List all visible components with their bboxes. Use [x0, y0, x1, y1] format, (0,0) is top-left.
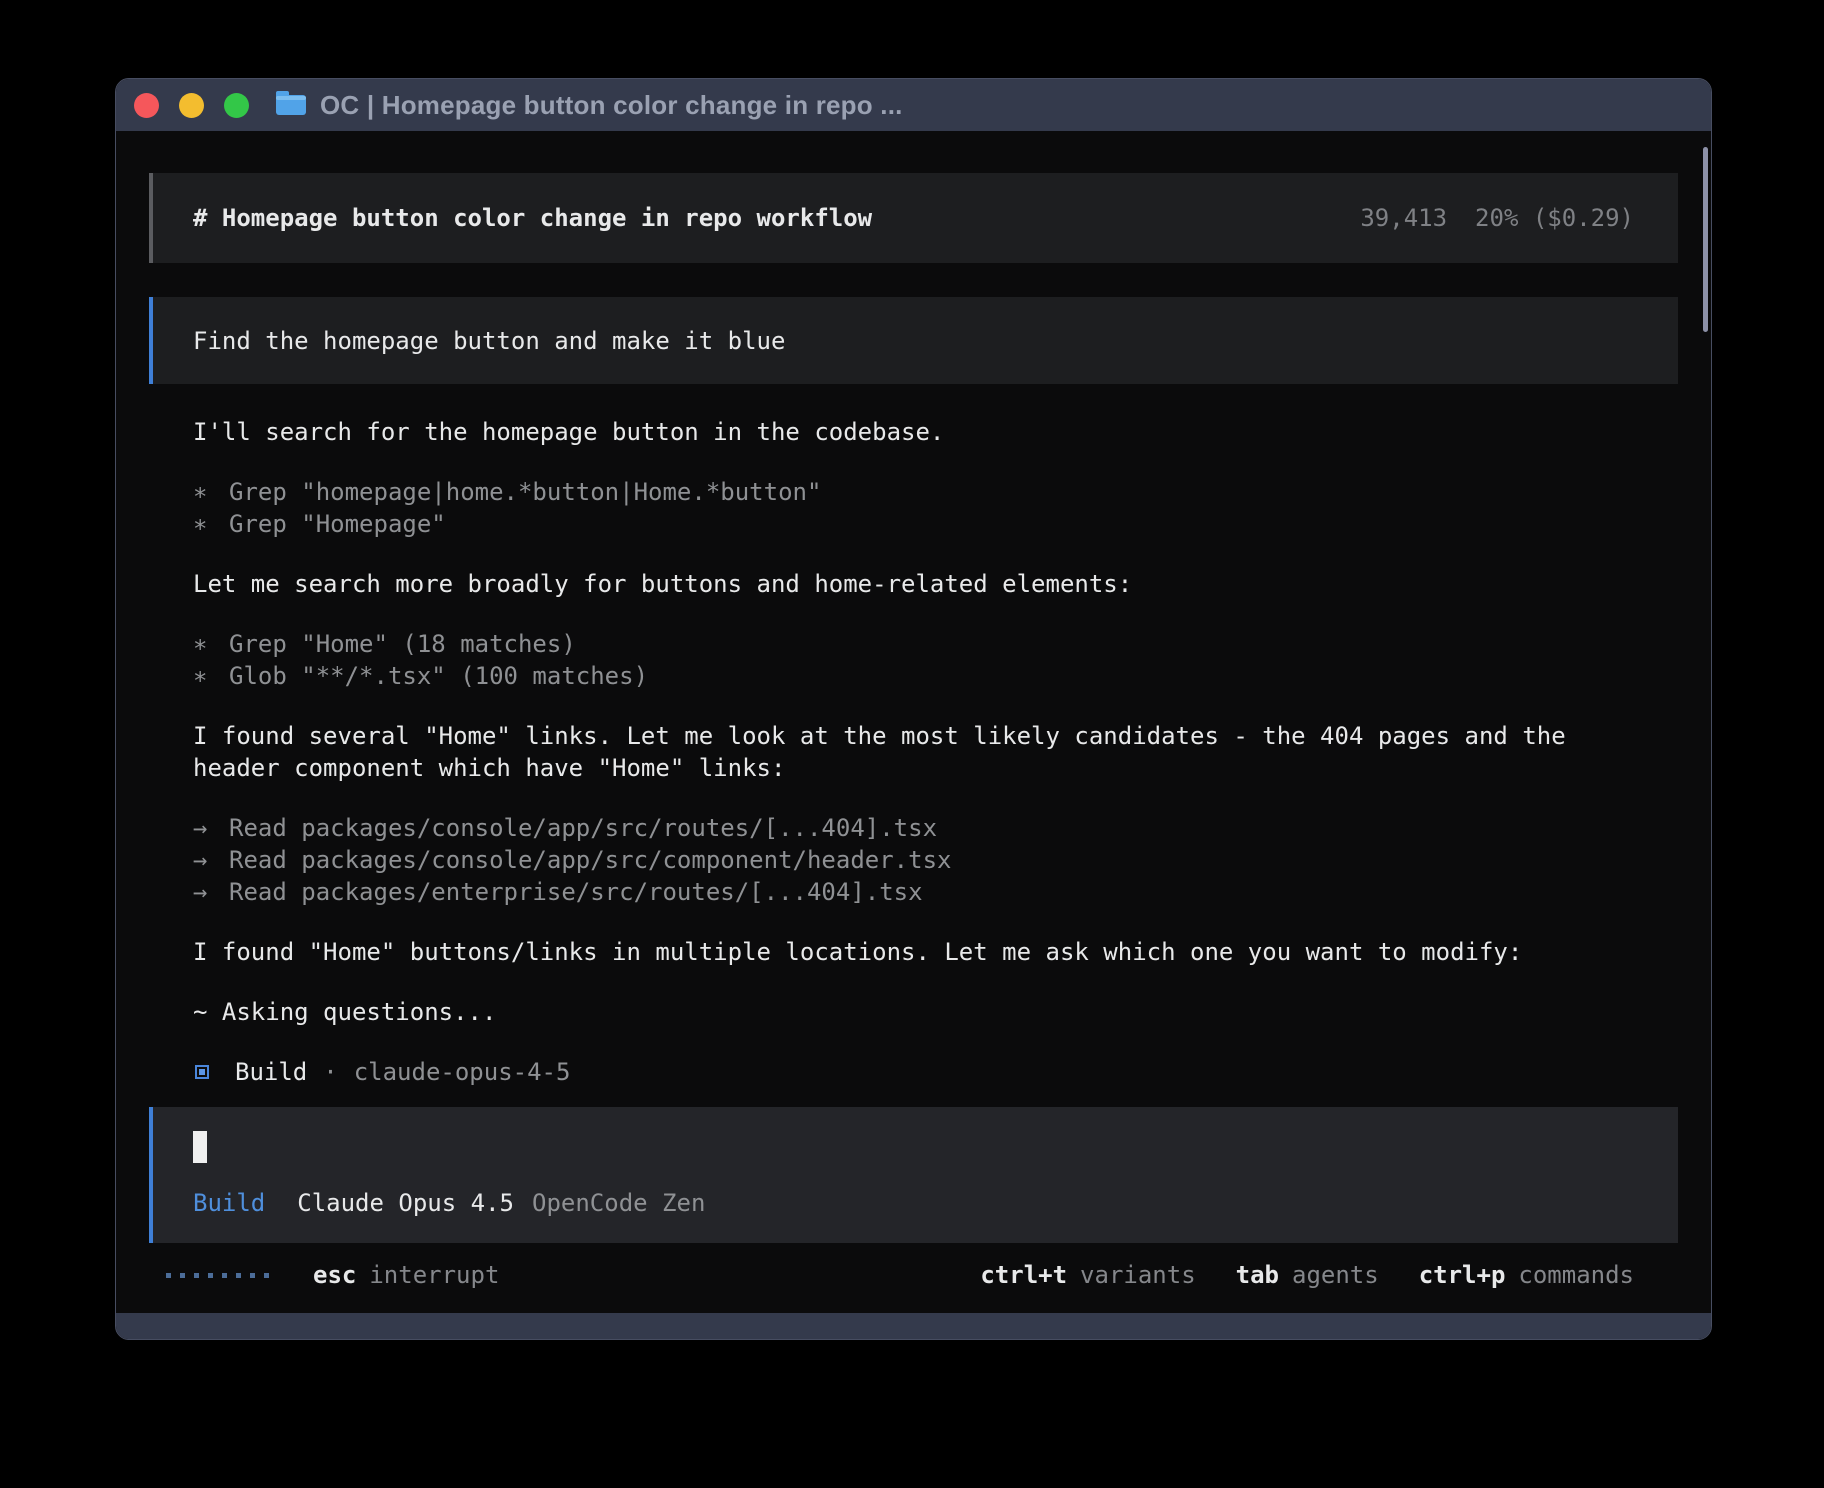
- folder-icon: [276, 95, 306, 115]
- working-status: ~ Asking questions...: [193, 996, 1634, 1028]
- arrow-right-icon: →: [193, 876, 229, 908]
- assistant-text: I'll search for the homepage button in t…: [193, 416, 1634, 448]
- terminal-content: # Homepage button color change in repo w…: [149, 131, 1678, 1088]
- assistant-text: Let me search more broadly for buttons a…: [193, 568, 1634, 600]
- hint-label: commands: [1518, 1261, 1634, 1289]
- agent-badge-icon: [195, 1065, 209, 1079]
- asterisk-icon: ∗: [193, 660, 229, 692]
- input-meta: Build Claude Opus 4.5 OpenCode Zen: [193, 1189, 1634, 1217]
- session-title: # Homepage button color change in repo w…: [193, 204, 872, 232]
- hint-variants: ctrl+t variants: [980, 1261, 1195, 1289]
- hint-commands: ctrl+p commands: [1419, 1261, 1634, 1289]
- asterisk-icon: ∗: [193, 508, 229, 540]
- session-header: # Homepage button color change in repo w…: [149, 173, 1678, 263]
- hint-agents: tab agents: [1236, 1261, 1379, 1289]
- input-model-label[interactable]: Claude Opus 4.5: [297, 1189, 514, 1217]
- asterisk-icon: ∗: [193, 476, 229, 508]
- tool-call-grep: ∗Grep "Home" (18 matches): [193, 628, 1634, 660]
- status-bar: esc interrupt ctrl+t variants tab agents…: [149, 1257, 1678, 1293]
- input-agent-label[interactable]: Build: [193, 1189, 265, 1217]
- tool-call-label: Read packages/enterprise/src/routes/[...…: [229, 878, 923, 906]
- asterisk-icon: ∗: [193, 628, 229, 660]
- tool-call-label: Grep "Homepage": [229, 510, 446, 538]
- scrollbar-thumb[interactable]: [1703, 147, 1708, 332]
- tool-call-group: ∗Grep "homepage|home.*button|Home.*butto…: [193, 476, 1634, 540]
- text-cursor: [193, 1131, 207, 1163]
- hint-interrupt: esc interrupt: [313, 1261, 499, 1289]
- tool-call-label: Read packages/console/app/src/component/…: [229, 846, 951, 874]
- tool-call-grep: ∗Grep "Homepage": [193, 508, 1634, 540]
- tool-call-glob: ∗Glob "**/*.tsx" (100 matches): [193, 660, 1634, 692]
- tool-call-read: →Read packages/console/app/src/component…: [193, 844, 1634, 876]
- session-stats: 39,413 20% ($0.29): [1360, 204, 1634, 232]
- hint-label: interrupt: [369, 1261, 499, 1289]
- user-message: Find the homepage button and make it blu…: [149, 297, 1678, 384]
- window-titlebar[interactable]: OC | Homepage button color change in rep…: [116, 79, 1711, 131]
- arrow-right-icon: →: [193, 844, 229, 876]
- agent-model: claude-opus-4-5: [354, 1056, 571, 1088]
- terminal-window: OC | Homepage button color change in rep…: [115, 78, 1712, 1340]
- hint-label: variants: [1080, 1261, 1196, 1289]
- user-message-text: Find the homepage button and make it blu…: [193, 327, 785, 355]
- spinner-dots-icon: [166, 1273, 269, 1278]
- agent-name: Build: [235, 1056, 307, 1088]
- dot-separator: ·: [323, 1056, 337, 1088]
- tool-call-label: Glob "**/*.tsx" (100 matches): [229, 662, 648, 690]
- tool-call-label: Read packages/console/app/src/routes/[..…: [229, 814, 937, 842]
- titlebar-title-group: OC | Homepage button color change in rep…: [276, 79, 903, 131]
- tool-call-label: Grep "Home" (18 matches): [229, 630, 576, 658]
- traffic-lights: [134, 79, 249, 131]
- window-title: OC | Homepage button color change in rep…: [320, 90, 903, 121]
- zoom-button[interactable]: [224, 93, 249, 118]
- tool-call-label: Grep "homepage|home.*button|Home.*button…: [229, 478, 821, 506]
- hint-key: esc: [313, 1261, 356, 1289]
- assistant-text: I found "Home" buttons/links in multiple…: [193, 936, 1634, 968]
- tool-call-read: →Read packages/enterprise/src/routes/[..…: [193, 876, 1634, 908]
- statusbar-left: esc interrupt: [166, 1261, 499, 1289]
- context-usage: 20% ($0.29): [1475, 204, 1634, 232]
- hint-label: agents: [1292, 1261, 1379, 1289]
- prompt-input[interactable]: Build Claude Opus 4.5 OpenCode Zen: [149, 1107, 1678, 1243]
- token-count: 39,413: [1360, 204, 1447, 232]
- minimize-button[interactable]: [179, 93, 204, 118]
- arrow-right-icon: →: [193, 812, 229, 844]
- input-provider-label: OpenCode Zen: [532, 1189, 705, 1217]
- hint-key: ctrl+t: [980, 1261, 1067, 1289]
- tool-call-group: →Read packages/console/app/src/routes/[.…: [193, 812, 1634, 908]
- hint-key: ctrl+p: [1419, 1261, 1506, 1289]
- statusbar-right: ctrl+t variants tab agents ctrl+p comman…: [980, 1261, 1634, 1289]
- hint-key: tab: [1236, 1261, 1279, 1289]
- close-button[interactable]: [134, 93, 159, 118]
- window-footer: [116, 1313, 1711, 1339]
- tool-call-read: →Read packages/console/app/src/routes/[.…: [193, 812, 1634, 844]
- assistant-text: I found several "Home" links. Let me loo…: [193, 720, 1634, 784]
- tool-call-grep: ∗Grep "homepage|home.*button|Home.*butto…: [193, 476, 1634, 508]
- conversation: I'll search for the homepage button in t…: [149, 416, 1678, 1088]
- agent-status-line: Build · claude-opus-4-5: [193, 1056, 1634, 1088]
- tool-call-group: ∗Grep "Home" (18 matches) ∗Glob "**/*.ts…: [193, 628, 1634, 692]
